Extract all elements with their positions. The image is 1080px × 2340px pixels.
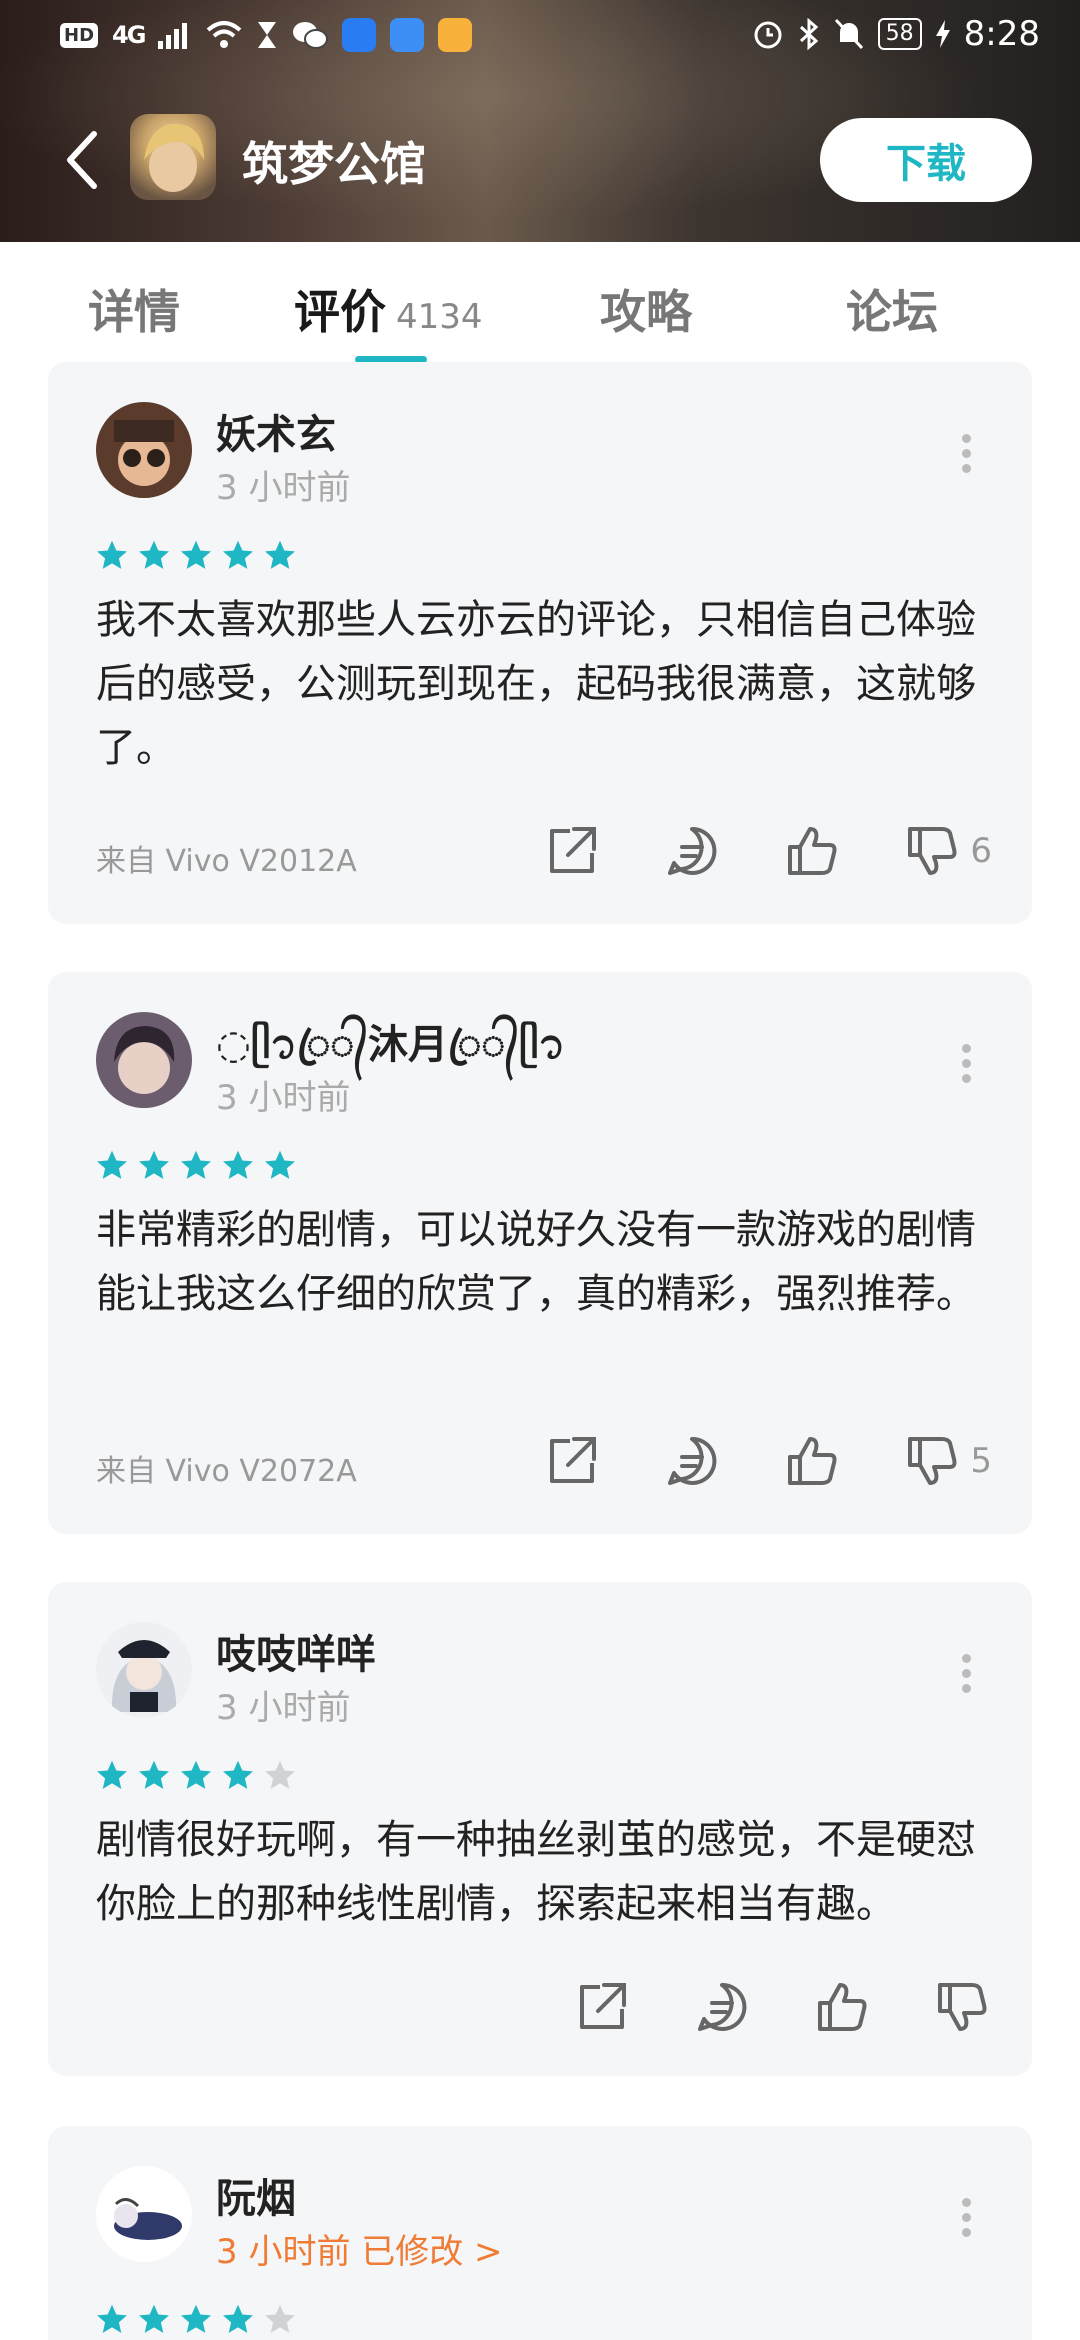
review-actions: 6 bbox=[482, 822, 992, 880]
star-filled-icon bbox=[265, 540, 295, 569]
more-options-icon[interactable] bbox=[960, 434, 972, 474]
device-label: 来自 Vivo V2012A bbox=[96, 844, 357, 879]
tab-details[interactable]: 详情 bbox=[88, 276, 180, 342]
hourglass-icon bbox=[258, 22, 277, 48]
mute-icon bbox=[834, 18, 863, 50]
username[interactable]: 阮烟 bbox=[216, 2166, 296, 2224]
app-name: 筑梦公馆 bbox=[242, 137, 426, 191]
review-card: ◌ᥫ᭡ꦿ᭄沐月ꦿ᭄ᥫ᭡ 3 小时前 非常精彩的剧情，可以说好久没有一款游戏的剧情… bbox=[48, 972, 1032, 1534]
rating-stars bbox=[94, 2302, 298, 2338]
back-arrow-icon[interactable] bbox=[62, 128, 102, 192]
star-filled-icon bbox=[223, 540, 253, 569]
more-options-icon[interactable] bbox=[960, 1654, 972, 1694]
dislike-count: 5 bbox=[970, 1441, 992, 1481]
review-text: 剧情很好玩啊，有一种抽丝剥茧的感觉，不是硬怼你脸上的那种线性剧情，探索起来相当有… bbox=[96, 1817, 976, 1927]
thumbs-up-icon[interactable] bbox=[814, 1978, 872, 2036]
review-count: 4134 bbox=[396, 297, 483, 337]
alarm-icon bbox=[754, 21, 782, 49]
star-filled-icon bbox=[181, 540, 211, 569]
hd-badge: HD bbox=[60, 22, 99, 48]
star-filled-icon bbox=[223, 1760, 253, 1789]
battery-indicator: 58 bbox=[877, 18, 922, 50]
app-icon bbox=[130, 114, 216, 200]
share-icon[interactable] bbox=[574, 1978, 632, 2036]
review-time: 3 小时前 bbox=[216, 468, 351, 508]
review-text: 非常精彩的剧情，可以说好久没有一款游戏的剧情能让我这么仔细的欣赏了，真的精彩，强… bbox=[96, 1207, 976, 1317]
star-filled-icon bbox=[139, 1760, 169, 1789]
status-bar: HD 4G 58 8:28 bbox=[0, 0, 1080, 76]
wifi-icon bbox=[207, 21, 242, 48]
review-actions: 5 bbox=[482, 1432, 992, 1490]
title-bar: 筑梦公馆 下载 bbox=[0, 100, 1080, 220]
avatar[interactable] bbox=[96, 2166, 192, 2262]
review-time: 3 小时前 bbox=[216, 1688, 351, 1728]
avatar[interactable] bbox=[96, 402, 192, 498]
avatar[interactable] bbox=[96, 1622, 192, 1718]
star-filled-icon bbox=[97, 1760, 127, 1789]
thumbs-down-icon bbox=[908, 1437, 957, 1485]
bluetooth-icon bbox=[799, 18, 818, 50]
star-filled-icon bbox=[265, 1150, 295, 1179]
charging-icon bbox=[935, 20, 950, 48]
comment-icon[interactable] bbox=[664, 822, 722, 880]
share-icon[interactable] bbox=[544, 822, 602, 880]
review-time: 3 小时前 bbox=[216, 1078, 351, 1118]
thumbs-down-button[interactable]: 6 bbox=[904, 822, 992, 880]
thumbs-down-icon[interactable] bbox=[934, 1978, 992, 2036]
review-card: 阮烟 3 小时前 已修改 > bbox=[48, 2126, 1032, 2340]
star-filled-icon bbox=[139, 2304, 169, 2333]
tab-guides[interactable]: 攻略 bbox=[600, 276, 692, 342]
wechat-icon bbox=[293, 22, 329, 49]
thumbs-down-button[interactable]: 5 bbox=[904, 1432, 992, 1490]
star-filled-icon bbox=[97, 540, 127, 569]
review-actions bbox=[512, 1978, 992, 2036]
star-filled-icon bbox=[139, 540, 169, 569]
star-filled-icon bbox=[223, 1150, 253, 1179]
star-filled-icon bbox=[97, 1150, 127, 1179]
avatar[interactable] bbox=[96, 1012, 192, 1108]
dislike-count: 6 bbox=[970, 831, 992, 871]
comment-icon[interactable] bbox=[694, 1978, 752, 2036]
app-notification-icon-lightblue bbox=[390, 18, 425, 52]
username[interactable]: 吱吱咩咩 bbox=[216, 1622, 376, 1680]
star-filled-icon bbox=[139, 1150, 169, 1179]
rating-stars bbox=[94, 538, 298, 574]
star-filled-icon bbox=[181, 1150, 211, 1179]
app-header: HD 4G 58 8:28 筑梦公馆 下载 bbox=[0, 0, 1080, 242]
star-empty-icon bbox=[265, 2304, 295, 2333]
star-filled-icon bbox=[181, 2304, 211, 2333]
star-empty-icon bbox=[265, 1760, 295, 1789]
tab-bar: 详情 评价 4134 攻略 论坛 bbox=[0, 242, 1080, 363]
star-filled-icon bbox=[97, 2304, 127, 2333]
device-label: 来自 Vivo V2072A bbox=[96, 1454, 357, 1489]
review-time-edited[interactable]: 3 小时前 已修改 > bbox=[216, 2224, 503, 2273]
rating-stars bbox=[94, 1148, 298, 1184]
more-options-icon[interactable] bbox=[960, 2198, 972, 2238]
app-notification-icon-blue bbox=[342, 18, 377, 52]
thumbs-down-icon bbox=[908, 827, 957, 875]
thumbs-up-icon[interactable] bbox=[784, 1432, 842, 1490]
tab-forum[interactable]: 论坛 bbox=[846, 276, 938, 342]
review-text: 我不太喜欢那些人云亦云的评论，只相信自己体验后的感受，公测玩到现在，起码我很满意… bbox=[96, 597, 976, 771]
clock: 8:28 bbox=[963, 14, 1040, 54]
review-card: 妖术玄 3 小时前 我不太喜欢那些人云亦云的评论，只相信自己体验后的感受，公测玩… bbox=[48, 362, 1032, 924]
tab-reviews[interactable]: 评价 4134 bbox=[294, 276, 483, 342]
network-label: 4G bbox=[112, 21, 146, 49]
comment-icon[interactable] bbox=[664, 1432, 722, 1490]
download-button[interactable]: 下载 bbox=[820, 118, 1032, 202]
thumbs-up-icon[interactable] bbox=[784, 822, 842, 880]
rating-stars bbox=[94, 1758, 298, 1794]
app-notification-icon-orange bbox=[438, 18, 473, 52]
share-icon[interactable] bbox=[544, 1432, 602, 1490]
more-options-icon[interactable] bbox=[960, 1044, 972, 1084]
signal-icon bbox=[158, 23, 188, 49]
star-filled-icon bbox=[181, 1760, 211, 1789]
username[interactable]: 妖术玄 bbox=[216, 402, 336, 460]
star-filled-icon bbox=[223, 2304, 253, 2333]
review-card: 吱吱咩咩 3 小时前 剧情很好玩啊，有一种抽丝剥茧的感觉，不是硬怼你脸上的那种线… bbox=[48, 1582, 1032, 2076]
